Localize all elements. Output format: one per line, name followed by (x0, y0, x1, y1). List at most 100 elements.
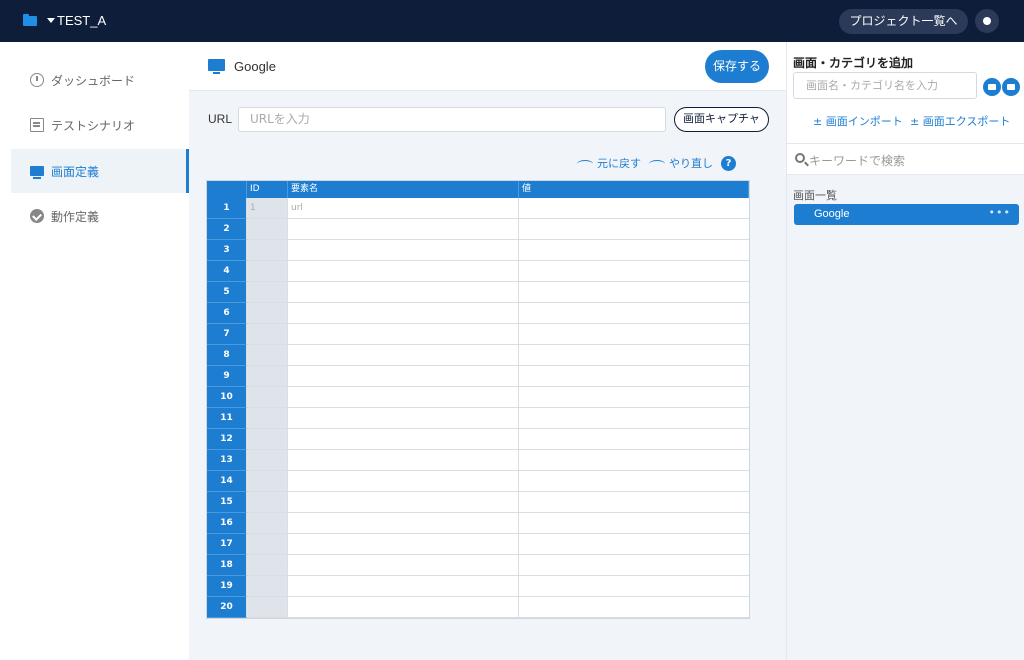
clock-icon (30, 73, 44, 87)
element-name-cell[interactable] (288, 555, 519, 576)
id-cell[interactable] (247, 471, 288, 492)
element-name-cell[interactable] (288, 387, 519, 408)
element-name-cell[interactable] (288, 534, 519, 555)
id-cell[interactable] (247, 366, 288, 387)
table-row: 14 (207, 471, 749, 492)
value-cell[interactable] (519, 261, 749, 282)
id-cell[interactable] (247, 219, 288, 240)
search-icon (795, 153, 805, 163)
id-cell[interactable] (247, 387, 288, 408)
value-cell[interactable] (519, 324, 749, 345)
value-cell[interactable] (519, 408, 749, 429)
element-name-cell[interactable] (288, 408, 519, 429)
element-name-cell[interactable] (288, 450, 519, 471)
value-cell[interactable] (519, 282, 749, 303)
gear-icon[interactable] (975, 9, 999, 33)
id-cell[interactable] (247, 429, 288, 450)
id-cell[interactable] (247, 597, 288, 618)
value-cell[interactable] (519, 198, 749, 219)
screen-category-input[interactable]: 画面名・カテゴリ名を入力 (793, 72, 977, 99)
add-screen-icon[interactable] (983, 78, 1001, 96)
value-cell[interactable] (519, 345, 749, 366)
element-name-cell[interactable] (288, 513, 519, 534)
monitor-icon (30, 166, 44, 179)
value-cell[interactable] (519, 366, 749, 387)
screen-list-title: 画面一覧 (793, 189, 837, 202)
value-cell[interactable] (519, 597, 749, 618)
grid-header-element-name: 要素名 (288, 181, 519, 198)
screen-import-link[interactable]: ± 画面インポート (813, 113, 903, 129)
element-grid: ID 要素名 値 1 1 url 2 3 4 5 6 7 8 9 10 11 12 13 14 15 16 17 18… (206, 180, 750, 619)
sidebar-item-test-scenario[interactable]: テストシナリオ (11, 103, 189, 147)
caret-down-icon[interactable] (47, 18, 55, 23)
row-number: 18 (207, 555, 247, 576)
value-cell[interactable] (519, 240, 749, 261)
value-cell[interactable] (519, 387, 749, 408)
row-number: 1 (207, 198, 247, 219)
id-cell[interactable] (247, 261, 288, 282)
id-cell[interactable] (247, 555, 288, 576)
element-name-cell[interactable] (288, 303, 519, 324)
url-input[interactable]: URLを入力 (238, 107, 666, 132)
element-name-cell[interactable] (288, 282, 519, 303)
element-name-cell[interactable] (288, 324, 519, 345)
grid-header-value: 値 (519, 181, 749, 198)
help-icon[interactable]: ? (721, 156, 736, 171)
element-name-cell[interactable] (288, 597, 519, 618)
value-cell[interactable] (519, 219, 749, 240)
redo-button[interactable]: やり直し (649, 155, 713, 171)
id-cell[interactable] (247, 324, 288, 345)
id-cell[interactable]: 1 (247, 198, 288, 219)
id-cell[interactable] (247, 282, 288, 303)
keyword-search[interactable]: キーワードで検索 (787, 143, 1024, 175)
sidebar-item-action-definition[interactable]: 動作定義 (11, 194, 189, 238)
value-cell[interactable] (519, 450, 749, 471)
id-cell[interactable] (247, 513, 288, 534)
project-selector[interactable]: TEST_A (57, 13, 106, 28)
row-number: 2 (207, 219, 247, 240)
id-cell[interactable] (247, 345, 288, 366)
sidebar-item-screen-definition[interactable]: 画面定義 (11, 149, 189, 193)
sidebar-item-dashboard[interactable]: ダッシュボード (11, 58, 189, 102)
table-row: 12 (207, 429, 749, 450)
value-cell[interactable] (519, 555, 749, 576)
project-list-button[interactable]: プロジェクト一覧へ (839, 9, 968, 34)
element-name-cell[interactable] (288, 219, 519, 240)
table-row: 7 (207, 324, 749, 345)
element-name-cell[interactable] (288, 240, 519, 261)
element-name-cell[interactable] (288, 576, 519, 597)
element-name-cell[interactable] (288, 492, 519, 513)
element-name-cell[interactable] (288, 345, 519, 366)
id-cell[interactable] (247, 492, 288, 513)
screen-export-link[interactable]: ± 画面エクスポート (910, 113, 1010, 129)
id-cell[interactable] (247, 450, 288, 471)
value-cell[interactable] (519, 513, 749, 534)
add-category-icon[interactable] (1002, 78, 1020, 96)
undo-button[interactable]: 元に戻す (577, 155, 641, 171)
value-cell[interactable] (519, 534, 749, 555)
more-icon[interactable]: ••• (989, 206, 1011, 219)
element-name-cell[interactable]: url (288, 198, 519, 219)
value-cell[interactable] (519, 576, 749, 597)
value-cell[interactable] (519, 471, 749, 492)
search-input[interactable]: キーワードで検索 (809, 152, 905, 169)
id-cell[interactable] (247, 576, 288, 597)
element-name-cell[interactable] (288, 261, 519, 282)
screen-header: Google 保存する (189, 42, 786, 91)
value-cell[interactable] (519, 492, 749, 513)
id-cell[interactable] (247, 534, 288, 555)
save-button[interactable]: 保存する (705, 50, 769, 83)
undo-label: 元に戻す (597, 157, 641, 170)
table-row: 17 (207, 534, 749, 555)
id-cell[interactable] (247, 240, 288, 261)
row-number: 12 (207, 429, 247, 450)
screen-capture-button[interactable]: 画面キャプチャ (674, 107, 769, 132)
id-cell[interactable] (247, 408, 288, 429)
screen-list-item[interactable]: Google ••• (794, 204, 1019, 225)
id-cell[interactable] (247, 303, 288, 324)
element-name-cell[interactable] (288, 429, 519, 450)
value-cell[interactable] (519, 303, 749, 324)
value-cell[interactable] (519, 429, 749, 450)
element-name-cell[interactable] (288, 366, 519, 387)
element-name-cell[interactable] (288, 471, 519, 492)
